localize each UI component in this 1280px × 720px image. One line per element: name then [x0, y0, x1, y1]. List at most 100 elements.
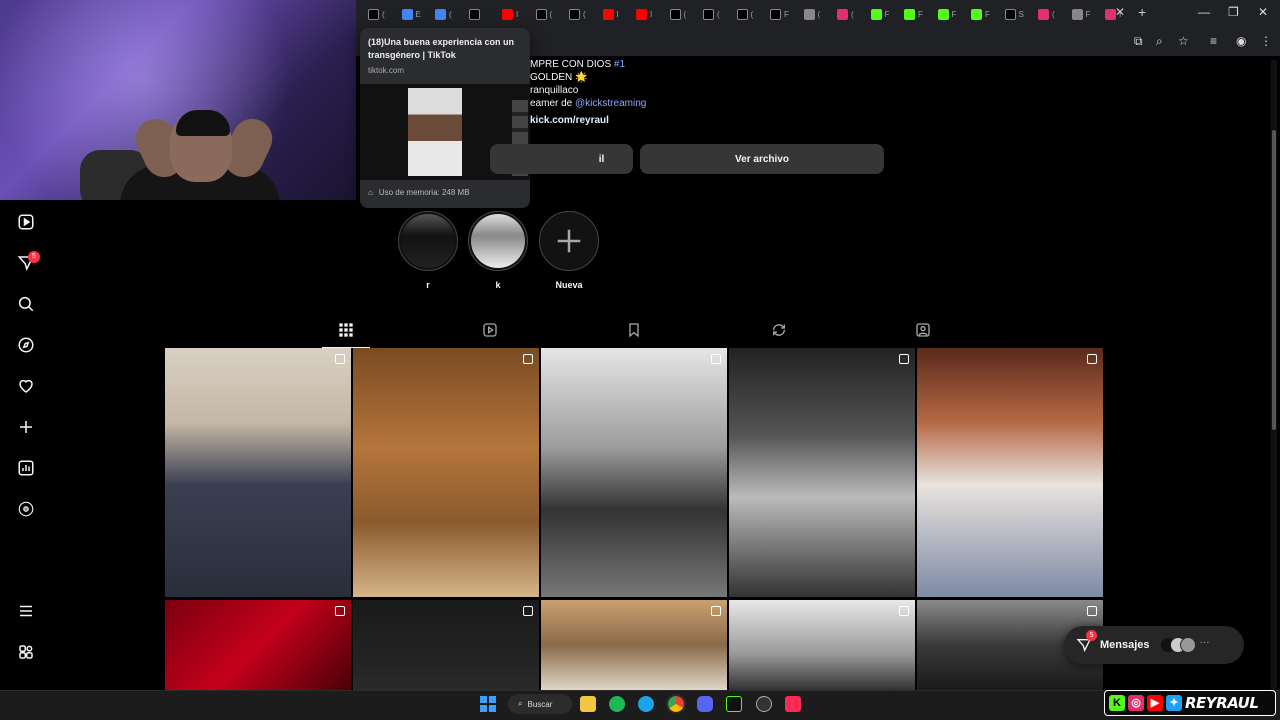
browser-menu-icon[interactable]: ⋮: [1260, 34, 1272, 48]
browser-tab[interactable]: (: [803, 6, 834, 22]
tiktok-icon[interactable]: [785, 696, 801, 712]
story-highlight-k[interactable]: [468, 211, 528, 271]
browser-tab[interactable]: S: [1004, 6, 1035, 22]
scrollbar-thumb[interactable]: [1272, 130, 1276, 430]
mention-link[interactable]: @kickstreaming: [575, 98, 646, 109]
post-thumbnail[interactable]: [165, 348, 351, 597]
tiktok-icon: [1004, 8, 1016, 20]
zoom-icon[interactable]: ⌕: [1156, 34, 1163, 49]
browser-tab-title: F: [884, 9, 890, 19]
view-archive-button[interactable]: Ver archivo: [640, 144, 884, 174]
install-app-icon[interactable]: ⧉: [1134, 34, 1143, 49]
edge-icon[interactable]: [638, 696, 654, 712]
bio-line-2: GOLDEN 🌟: [530, 72, 588, 83]
dashboard-chart-icon[interactable]: [17, 459, 35, 477]
browser-tab-title: F: [918, 9, 923, 19]
story-highlight-r[interactable]: [398, 211, 458, 271]
notification-badge: 5: [28, 251, 40, 263]
browser-tab[interactable]: I: [502, 6, 532, 22]
file-explorer-icon[interactable]: [580, 696, 596, 712]
browser-tab[interactable]: E: [401, 6, 432, 22]
heart-icon[interactable]: [17, 377, 35, 395]
browser-tab[interactable]: (: [569, 6, 599, 22]
browser-tab[interactable]: F: [1071, 6, 1102, 22]
posts-grid-tab-icon[interactable]: [338, 322, 354, 338]
windows-start-icon[interactable]: [480, 696, 496, 712]
browser-tab[interactable]: (: [435, 6, 465, 22]
post-thumbnail[interactable]: [353, 348, 539, 597]
chrome-icon: [401, 8, 413, 20]
saved-tab-icon[interactable]: [626, 322, 642, 338]
browser-tab[interactable]: [468, 6, 499, 22]
browser-tab[interactable]: (: [703, 6, 733, 22]
browser-tab[interactable]: I: [636, 6, 666, 22]
tagged-tab-icon[interactable]: [915, 322, 931, 338]
youtube-icon: [502, 8, 513, 20]
spotify-icon[interactable]: [609, 696, 625, 712]
browser-tab-title: F: [1085, 9, 1091, 19]
plus-icon: [557, 229, 581, 253]
reading-list-icon[interactable]: ≡: [1210, 34, 1217, 48]
tiktok-icon: [703, 8, 714, 20]
post-thumbnail[interactable]: [541, 600, 727, 690]
carousel-icon: [1087, 606, 1097, 616]
browser-tab-title: F: [985, 9, 990, 19]
obs-icon[interactable]: [756, 696, 772, 712]
browser-tab[interactable]: (: [535, 6, 566, 22]
browser-tab[interactable]: F: [904, 6, 934, 22]
close-tab-icon[interactable]: ✕: [1115, 5, 1125, 19]
new-highlight-button[interactable]: [539, 211, 599, 271]
reels-tab-icon[interactable]: [482, 322, 498, 338]
bookmark-star-icon[interactable]: ☆: [1178, 34, 1189, 48]
post-thumbnail[interactable]: [729, 600, 915, 690]
chrome-icon: [435, 8, 446, 20]
taskbar-search[interactable]: ⌕ Buscar: [508, 694, 572, 714]
post-thumbnail[interactable]: [729, 348, 915, 597]
profile-external-link[interactable]: kick.com/reyraul: [530, 114, 609, 127]
instagram-icon: [837, 8, 848, 20]
mail-icon: [803, 8, 815, 20]
profile-avatar-icon[interactable]: [17, 500, 35, 518]
reels-nav-icon[interactable]: [17, 213, 35, 231]
more-menu-icon[interactable]: [17, 602, 35, 620]
browser-tab[interactable]: (: [736, 6, 767, 22]
reposts-tab-icon[interactable]: [771, 322, 787, 338]
browser-tab[interactable]: (: [1038, 6, 1068, 22]
browser-tab-title: (: [449, 9, 452, 19]
messages-pill[interactable]: 5 Mensajes ···: [1064, 626, 1244, 664]
carousel-icon: [335, 606, 345, 616]
minimize-window-button[interactable]: —: [1198, 5, 1210, 19]
also-from-meta-icon[interactable]: [17, 643, 35, 661]
terminal-icon[interactable]: [726, 696, 742, 712]
new-tab-button[interactable]: +: [1138, 4, 1146, 20]
edit-profile-button[interactable]: il: [490, 144, 633, 174]
discord-icon[interactable]: [697, 696, 713, 712]
chrome-icon[interactable]: [666, 694, 686, 714]
browser-tab[interactable]: (: [669, 6, 700, 22]
profile-avatar-icon[interactable]: ◉: [1236, 34, 1246, 48]
browser-tab[interactable]: I: [602, 6, 633, 22]
browser-tab[interactable]: F: [770, 6, 800, 22]
kick-icon: [904, 8, 915, 20]
post-thumbnail[interactable]: [165, 600, 351, 690]
hover-card-domain: tiktok.com: [368, 66, 405, 75]
search-icon[interactable]: [17, 295, 35, 313]
post-thumbnail[interactable]: [917, 348, 1103, 597]
search-icon: ⌕: [518, 699, 523, 708]
browser-tab[interactable]: F: [971, 6, 1001, 22]
browser-tab-title: S: [1018, 9, 1024, 19]
post-thumbnail[interactable]: [541, 348, 727, 597]
close-window-button[interactable]: ✕: [1258, 5, 1268, 19]
post-thumbnail[interactable]: [353, 600, 539, 690]
browser-tab[interactable]: (: [368, 6, 398, 22]
hover-card-memory: ⌂ Uso de memoria: 248 MB: [368, 188, 470, 197]
browser-tab[interactable]: (: [837, 6, 867, 22]
instagram-icon: [1038, 8, 1049, 20]
messages-label: Mensajes: [1100, 639, 1150, 651]
create-plus-icon[interactable]: [17, 418, 35, 436]
highlight-label-new: Nueva: [555, 280, 583, 290]
explore-compass-icon[interactable]: [17, 336, 35, 354]
browser-tab[interactable]: F: [870, 6, 901, 22]
browser-tab[interactable]: F: [937, 6, 968, 22]
maximize-window-button[interactable]: ❐: [1228, 5, 1239, 19]
